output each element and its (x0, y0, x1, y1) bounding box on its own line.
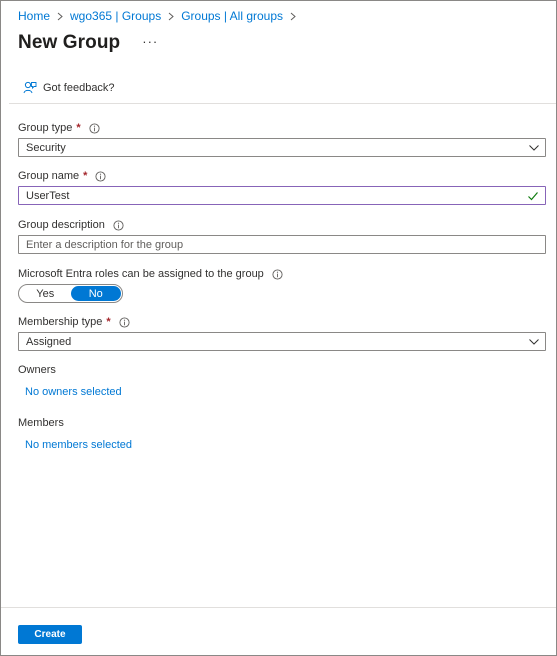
group-description-input[interactable]: Enter a description for the group (18, 235, 546, 254)
group-type-value: Security (26, 141, 66, 154)
members-label-text: Members (18, 417, 64, 429)
group-type-label-text: Group type (18, 122, 73, 134)
membership-type-label-text: Membership type (18, 316, 103, 328)
owners-label-text: Owners (18, 364, 56, 376)
checkmark-icon (527, 190, 539, 202)
group-description-label: Group description (18, 219, 124, 231)
required-marker: * (106, 316, 111, 328)
group-name-label-text: Group name (18, 170, 80, 182)
toolbar-divider (9, 103, 556, 104)
feedback-icon (23, 81, 43, 95)
info-icon[interactable] (113, 219, 124, 231)
entra-roles-no-option[interactable]: No (70, 286, 121, 301)
footer-divider (1, 607, 556, 608)
owners-label: Owners (18, 364, 56, 376)
group-description-label-text: Group description (18, 219, 105, 231)
entra-roles-label-text: Microsoft Entra roles can be assigned to… (18, 268, 264, 280)
more-icon[interactable]: ··· (142, 34, 158, 49)
membership-type-label: Membership type * (18, 316, 130, 328)
entra-roles-toggle: Yes No (18, 284, 123, 303)
chevron-right-icon (168, 12, 174, 21)
chevron-right-icon (290, 12, 296, 21)
new-group-blade: Home wgo365 | Groups Groups | All groups… (0, 0, 557, 656)
chevron-down-icon (528, 142, 540, 154)
entra-roles-yes-option[interactable]: Yes (20, 286, 71, 301)
chevron-down-icon (528, 336, 540, 348)
title-row: New Group ··· (18, 32, 158, 54)
entra-roles-label: Microsoft Entra roles can be assigned to… (18, 268, 283, 280)
info-icon[interactable] (119, 316, 130, 328)
breadcrumb-all-groups[interactable]: Groups | All groups (181, 9, 283, 23)
group-type-label: Group type * (18, 122, 100, 134)
feedback-button[interactable]: Got feedback? (23, 81, 115, 95)
info-icon[interactable] (89, 122, 100, 134)
membership-type-value: Assigned (26, 335, 72, 348)
group-type-dropdown[interactable]: Security (18, 138, 546, 157)
breadcrumb-groups[interactable]: wgo365 | Groups (70, 9, 161, 23)
group-name-input[interactable]: UserTest (18, 186, 546, 205)
page-title: New Group (18, 32, 121, 53)
membership-type-dropdown[interactable]: Assigned (18, 332, 546, 351)
feedback-label: Got feedback? (43, 82, 115, 94)
group-name-label: Group name * (18, 170, 106, 182)
required-marker: * (83, 170, 88, 182)
group-name-value: UserTest (26, 189, 70, 202)
breadcrumb: Home wgo365 | Groups Groups | All groups (18, 9, 303, 23)
info-icon[interactable] (95, 170, 106, 182)
group-description-placeholder: Enter a description for the group (26, 238, 184, 251)
chevron-right-icon (57, 12, 63, 21)
members-link[interactable]: No members selected (25, 439, 132, 451)
breadcrumb-home[interactable]: Home (18, 9, 50, 23)
required-marker: * (76, 122, 81, 134)
owners-link[interactable]: No owners selected (25, 386, 122, 398)
create-button[interactable]: Create (18, 625, 82, 644)
info-icon[interactable] (272, 268, 283, 280)
members-label: Members (18, 417, 64, 429)
